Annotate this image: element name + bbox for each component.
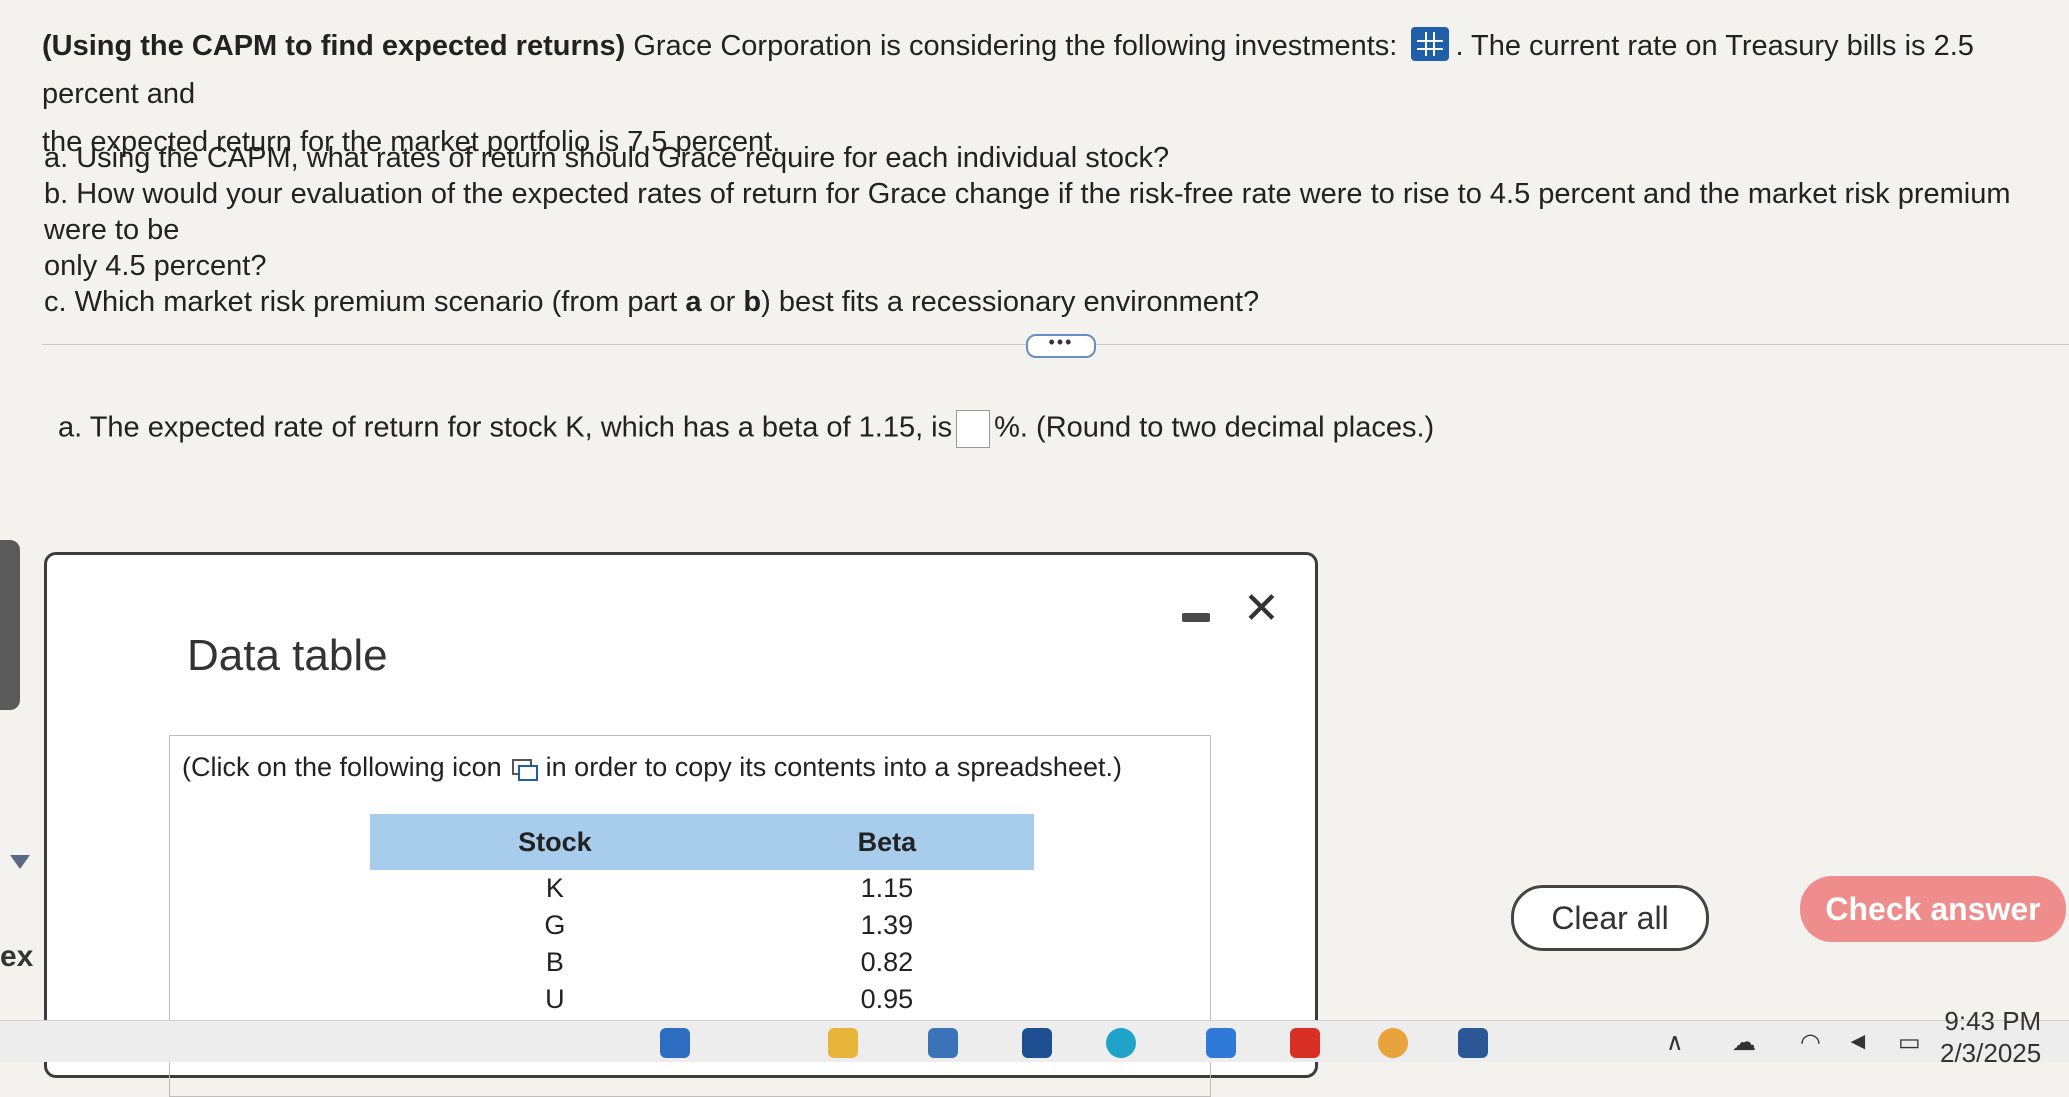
cloud-icon[interactable]: ☁ <box>1732 1028 1756 1057</box>
answer-prefix: a. The expected rate of return for stock… <box>58 411 953 444</box>
question-title: (Using the CAPM to find expected returns… <box>42 30 626 62</box>
table-row: B 0.82 <box>545 947 914 977</box>
store-icon[interactable] <box>928 1028 958 1058</box>
answer-row: a. The expected rate of return for stock… <box>58 410 1434 448</box>
part-b-cont: only 4.5 percent? <box>44 250 267 282</box>
left-panel-text: ex <box>0 940 34 973</box>
question-intro: Grace Corporation is considering the fol… <box>633 30 1398 62</box>
word-icon[interactable] <box>1458 1028 1488 1058</box>
part-c: c. Which market risk premium scenario (f… <box>44 286 1260 318</box>
scroll-down-arrow-icon[interactable] <box>10 855 30 869</box>
wifi-icon[interactable]: ◠ <box>1800 1028 1821 1057</box>
table-row: G 1.39 <box>544 910 914 940</box>
answer-suffix: %. (Round to two decimal places.) <box>994 411 1435 444</box>
volume-icon[interactable]: ◄ <box>1846 1028 1870 1056</box>
copy-instruction: (Click on the following icon in order to … <box>182 752 1122 782</box>
media-player-icon[interactable] <box>1290 1028 1320 1058</box>
clock-time: 9:43 PM <box>1944 1006 2042 1036</box>
dialog-title: Data table <box>187 631 388 680</box>
chevron-up-icon[interactable]: ∧ <box>1666 1028 1684 1057</box>
part-a: a. Using the CAPM, what rates of return … <box>44 142 1170 174</box>
chrome-icon[interactable] <box>1378 1028 1408 1058</box>
scrollbar[interactable] <box>0 540 20 710</box>
check-answer-button[interactable]: Check answer <box>1800 876 2066 942</box>
taskbar-app-icon[interactable] <box>660 1028 690 1058</box>
minimize-icon[interactable] <box>1182 613 1210 622</box>
table-row: U 0.95 <box>545 984 914 1014</box>
clear-all-button[interactable]: Clear all <box>1511 885 1709 951</box>
part-b: b. How would your evaluation of the expe… <box>44 178 2011 246</box>
battery-icon[interactable]: ▭ <box>1898 1028 1921 1057</box>
mail-icon[interactable] <box>1022 1028 1052 1058</box>
close-icon[interactable]: ✕ <box>1243 587 1280 631</box>
edge-icon[interactable] <box>1106 1028 1136 1058</box>
more-button[interactable]: ••• <box>1026 333 1096 358</box>
data-table: Stock Beta K 1.15 G 1.39 B 0.82 U 0.95 <box>370 814 1034 1018</box>
copilot-icon[interactable] <box>1206 1028 1236 1058</box>
clock-date: 2/3/2025 <box>1940 1038 2042 1068</box>
data-table-dialog: Data table ✕ (Click on the following ico… <box>44 552 1318 1097</box>
question-parts: a. Using the CAPM, what rates of return … <box>44 140 2069 320</box>
answer-input[interactable] <box>956 410 991 448</box>
system-clock[interactable]: 9:43 PM 2/3/2025 <box>1940 1005 2041 1069</box>
copy-spreadsheet-icon[interactable] <box>511 758 538 781</box>
column-header-stock: Stock <box>370 814 740 870</box>
column-header-beta: Beta <box>739 814 1034 870</box>
table-row: K 1.15 <box>545 873 914 903</box>
file-explorer-icon[interactable] <box>828 1028 858 1058</box>
data-table-icon[interactable] <box>1411 27 1450 62</box>
